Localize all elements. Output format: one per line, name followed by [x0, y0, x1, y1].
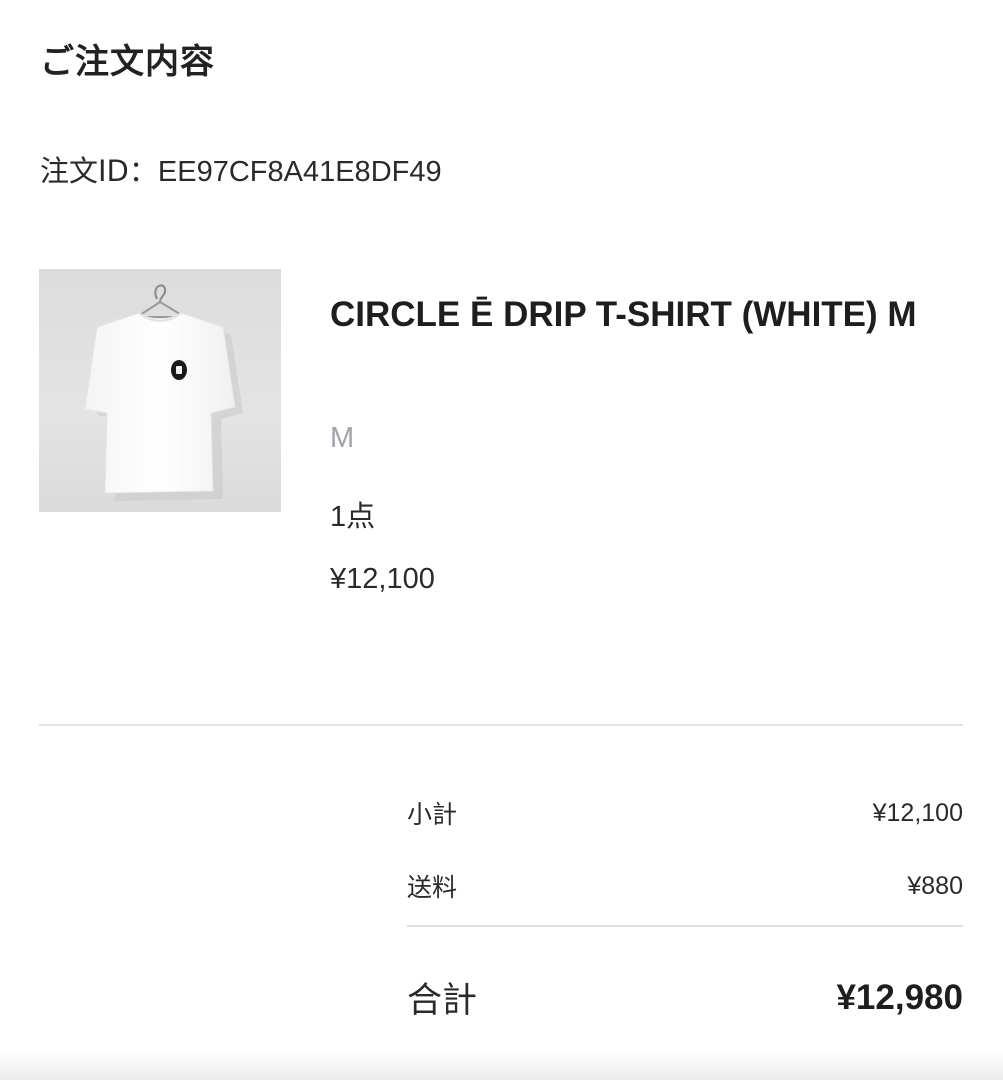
shipping-row: 送料 ¥880 — [407, 868, 963, 904]
product-price: ¥12,100 — [330, 563, 435, 595]
product-image[interactable] — [39, 269, 281, 512]
product-variant: M — [330, 422, 355, 454]
section-divider — [39, 724, 963, 726]
total-label: 合計 — [407, 981, 478, 1021]
page-title: ご注文内容 — [40, 42, 215, 82]
subtotal-value: ¥12,100 — [872, 798, 963, 827]
order-id: 注文ID：EE97CF8A41E8DF49 — [40, 148, 442, 190]
product-name[interactable]: CIRCLE Ē DRIP T-SHIRT (WHITE) M — [330, 286, 960, 344]
tshirt-photo-icon — [84, 284, 243, 501]
total-value: ¥12,980 — [836, 977, 963, 1017]
total-row: 合計 ¥12,980 — [407, 972, 963, 1023]
subtotal-row: 小計 ¥12,100 — [407, 795, 963, 831]
order-id-label: 注文ID： — [40, 154, 158, 188]
order-id-value: EE97CF8A41E8DF49 — [157, 156, 442, 188]
bottom-edge — [0, 1050, 1003, 1080]
product-quantity: 1点 — [330, 501, 376, 533]
shipping-label: 送料 — [407, 873, 458, 902]
summary-divider — [407, 925, 963, 927]
shipping-value: ¥880 — [907, 871, 963, 900]
subtotal-label: 小計 — [407, 800, 458, 829]
